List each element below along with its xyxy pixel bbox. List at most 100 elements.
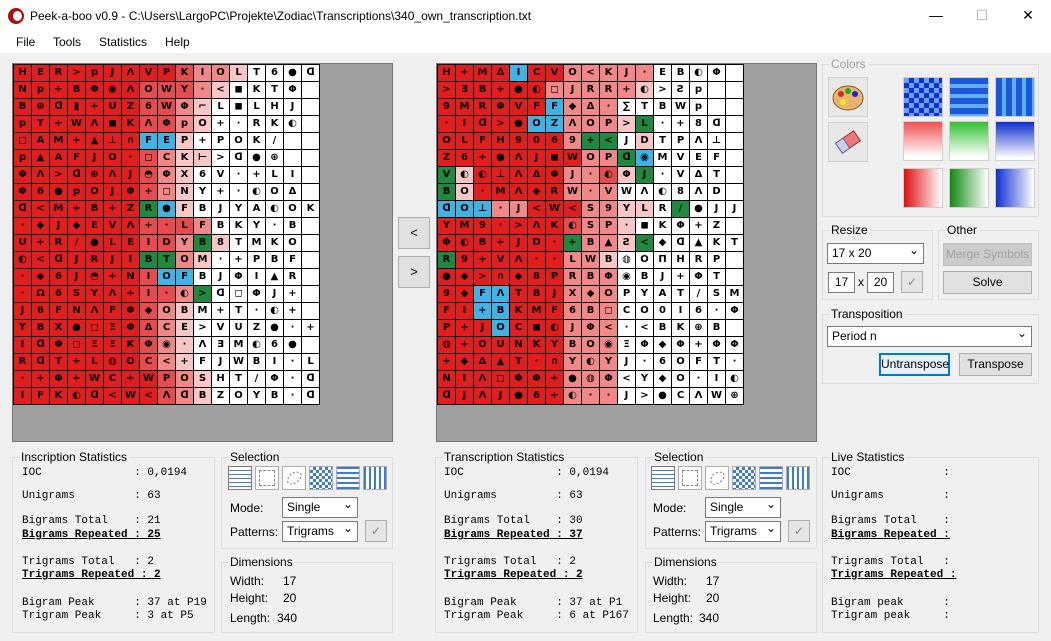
transcription-cell[interactable]: D [708, 184, 726, 201]
transcription-trigrams-repeated[interactable]: Trigrams Repeated : 2 [444, 569, 583, 581]
transcription-cell[interactable]: · [438, 116, 456, 133]
inscription-cell[interactable]: I [284, 167, 302, 184]
inscription-cell[interactable]: Φ [230, 269, 248, 286]
transcription-cell[interactable]: ◼ [636, 218, 654, 235]
transcription-cell[interactable]: ● [690, 201, 708, 218]
transcription-cell[interactable]: V [672, 150, 690, 167]
transcription-cell[interactable]: 9 [438, 286, 456, 303]
inscription-cell[interactable]: ⊥ [104, 133, 122, 150]
inscription-cell[interactable]: Φ [122, 320, 140, 337]
inscription-cell[interactable]: < [32, 252, 50, 269]
transcription-cell[interactable]: ᗡ [708, 116, 726, 133]
inscription-cell[interactable] [284, 150, 302, 167]
inscription-cell[interactable]: C [104, 371, 122, 388]
transcription-cell[interactable]: Δ [474, 354, 492, 371]
inscription-cell[interactable]: X [50, 320, 68, 337]
transcription-cell[interactable]: ◐ [474, 167, 492, 184]
transcription-cell[interactable]: ◉ [636, 150, 654, 167]
transcription-cell[interactable]: R [582, 82, 600, 99]
inscription-cell[interactable]: 6 [266, 65, 284, 82]
transcription-cell[interactable]: ◐ [690, 65, 708, 82]
transcription-cell[interactable]: M [492, 184, 510, 201]
transcription-cell[interactable]: Λ [636, 184, 654, 201]
transcription-cell[interactable] [726, 82, 744, 99]
transcription-cell[interactable]: K [654, 218, 672, 235]
inscription-cell[interactable]: J [86, 150, 104, 167]
patterns-apply-left[interactable]: ✓ [365, 520, 387, 542]
transcription-cell[interactable]: D [528, 235, 546, 252]
transcription-cell[interactable] [726, 116, 744, 133]
inscription-cell[interactable]: P [248, 252, 266, 269]
transcription-cell[interactable]: ● [564, 371, 582, 388]
inscription-cell[interactable]: E [86, 218, 104, 235]
inscription-cell[interactable] [302, 116, 320, 133]
inscription-grid[interactable]: H E R > p J Λ V P K I O L T 6 ● ᗡ Np + B Φ ◉ Λ O W Y · < ◼ K Τ Φ B ⊕ ᗡ ▮ + U Z… [13, 64, 320, 405]
inscription-cell[interactable]: O [176, 252, 194, 269]
transcription-cell[interactable]: ● [654, 388, 672, 405]
transcription-cell[interactable]: J [492, 388, 510, 405]
inscription-cell[interactable]: ᗡ [14, 201, 32, 218]
transcription-cell[interactable]: J [510, 201, 528, 218]
inscription-cell[interactable]: Φ [50, 371, 68, 388]
inscription-cell[interactable]: K [50, 388, 68, 405]
transcription-cell[interactable]: 6 [690, 303, 708, 320]
transcription-cell[interactable]: 9 [474, 218, 492, 235]
inscription-cell[interactable]: J [68, 269, 86, 286]
inscription-cell[interactable]: A [32, 133, 50, 150]
inscription-cell[interactable] [302, 252, 320, 269]
left-select-rows-icon[interactable] [336, 466, 360, 490]
transcription-cell[interactable]: ∙ [492, 218, 510, 235]
inscription-cell[interactable]: · [14, 371, 32, 388]
inscription-cell[interactable]: < [158, 354, 176, 371]
transcription-cell[interactable]: 8 [528, 269, 546, 286]
inscription-cell[interactable]: S [194, 371, 212, 388]
transcription-cell[interactable]: F [528, 99, 546, 116]
inscription-cell[interactable]: B [140, 252, 158, 269]
inscription-cell[interactable]: + [50, 82, 68, 99]
transcription-cell[interactable]: F [474, 133, 492, 150]
inscription-cell[interactable]: F [140, 133, 158, 150]
transcription-cell[interactable]: ◻ [546, 82, 564, 99]
inscription-cell[interactable]: Y [248, 218, 266, 235]
inscription-cell[interactable]: > [68, 65, 86, 82]
transcription-cell[interactable]: ◍ [582, 371, 600, 388]
inscription-cell[interactable]: E [176, 320, 194, 337]
inscription-cell[interactable]: O [266, 184, 284, 201]
transcription-cell[interactable]: ◐ [546, 320, 564, 337]
inscription-cell[interactable] [302, 82, 320, 99]
transcription-cell[interactable]: + [672, 116, 690, 133]
inscription-cell[interactable]: B [266, 388, 284, 405]
transcription-cell[interactable]: J [564, 167, 582, 184]
transcription-cell[interactable]: R [654, 201, 672, 218]
inscription-cell[interactable]: + [248, 167, 266, 184]
inscription-cell[interactable]: > [194, 320, 212, 337]
inscription-cell[interactable]: U [230, 320, 248, 337]
inscription-cell[interactable]: ◼ [104, 116, 122, 133]
inscription-cell[interactable]: + [50, 116, 68, 133]
transcription-cell[interactable]: J [708, 201, 726, 218]
inscription-cell[interactable]: B [194, 235, 212, 252]
transcription-cell[interactable]: J [618, 65, 636, 82]
transcription-cell[interactable]: + [456, 320, 474, 337]
transcription-cell[interactable]: · [600, 388, 618, 405]
transcription-cell[interactable]: 6 [456, 150, 474, 167]
inscription-cell[interactable]: Λ [122, 65, 140, 82]
inscription-cell[interactable]: ▲ [86, 133, 104, 150]
transcription-cell[interactable]: B [672, 65, 690, 82]
inscription-cell[interactable]: J [266, 286, 284, 303]
inscription-cell[interactable]: p [14, 150, 32, 167]
inscription-cell[interactable]: + [32, 235, 50, 252]
transcription-cell[interactable]: E [690, 150, 708, 167]
inscription-cell[interactable]: W [68, 116, 86, 133]
transcription-cell[interactable]: M [726, 286, 744, 303]
inscription-cell[interactable]: K [248, 133, 266, 150]
transcription-cell[interactable]: Φ [438, 235, 456, 252]
inscription-cell[interactable]: Φ [158, 167, 176, 184]
transcription-cell[interactable]: ◉ [600, 337, 618, 354]
transcription-cell[interactable]: K [528, 337, 546, 354]
transcription-cell[interactable]: P [438, 320, 456, 337]
inscription-cell[interactable]: E [158, 133, 176, 150]
minimize-button[interactable]: — [913, 0, 959, 31]
transcription-cell[interactable]: · [636, 354, 654, 371]
maximize-button[interactable]: ☐ [959, 0, 1005, 31]
